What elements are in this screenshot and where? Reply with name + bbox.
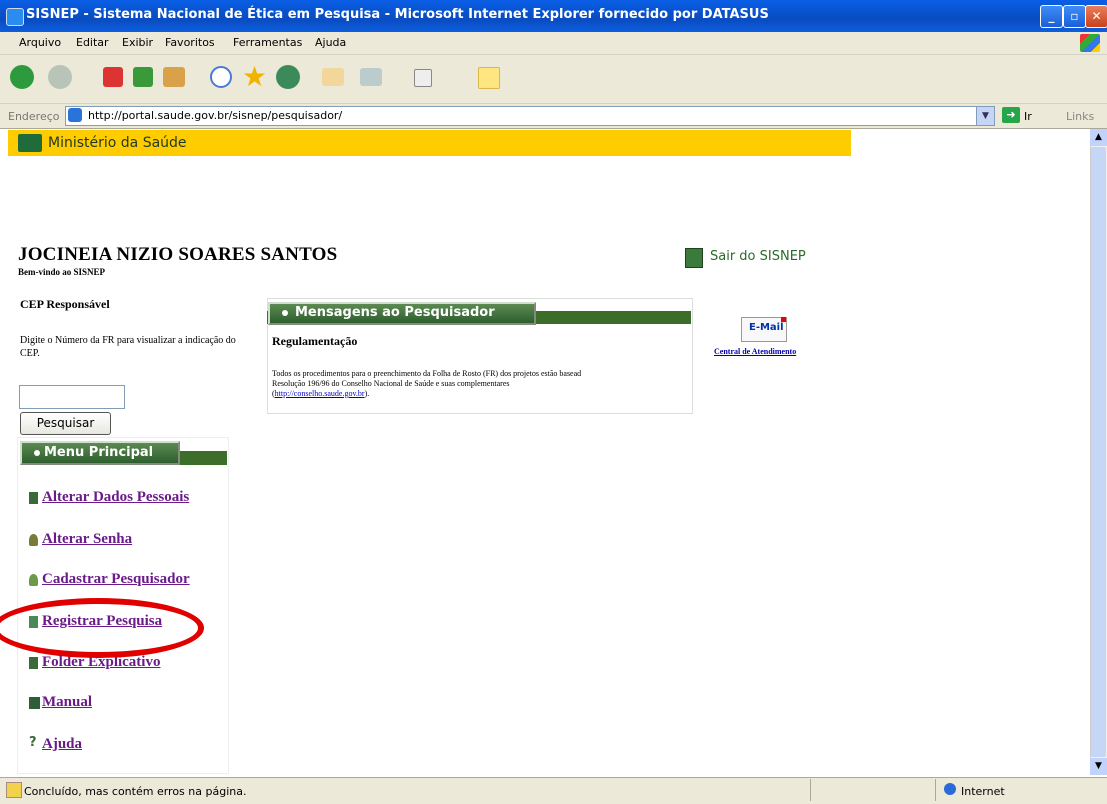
globe-icon — [944, 783, 956, 795]
search-button[interactable]: Pesquisar — [20, 412, 111, 435]
scroll-down-icon[interactable]: ▼ — [1090, 758, 1107, 775]
logout-link[interactable]: Sair do SISNEP — [710, 249, 806, 264]
bullet-icon — [282, 310, 288, 316]
go-button[interactable]: Ir — [1024, 110, 1032, 123]
close-button[interactable]: ✕ — [1085, 5, 1107, 28]
menu-favoritos[interactable]: Favoritos — [165, 36, 215, 49]
address-dropdown-icon[interactable]: ▼ — [976, 106, 995, 126]
menu-ajuda[interactable]: Ajuda — [315, 36, 346, 49]
search-icon[interactable] — [210, 66, 232, 88]
menu-item-alterar-dados[interactable]: Alterar Dados Pessoais — [42, 489, 189, 506]
ministry-logo-icon — [18, 134, 42, 152]
stop-icon[interactable] — [103, 67, 123, 87]
messages-heading: Regulamentação — [272, 334, 358, 348]
cep-description: Digite o Número da FR para visualizar a … — [20, 335, 236, 359]
menu-item-alterar-senha[interactable]: Alterar Senha — [42, 531, 132, 548]
home-icon[interactable] — [163, 67, 185, 87]
status-text: Concluído, mas contém erros na página. — [24, 785, 247, 798]
links-button[interactable]: Links — [1066, 110, 1094, 123]
central-atendimento-link[interactable]: Central de Atendimento — [714, 347, 796, 356]
ministry-name: Ministério da Saúde — [48, 135, 187, 151]
address-url[interactable]: http://portal.saude.gov.br/sisnep/pesqui… — [88, 109, 342, 122]
security-zone: Internet — [961, 785, 1005, 798]
user-add-icon — [29, 574, 38, 586]
menu-item-manual[interactable]: Manual — [42, 694, 92, 711]
main-menu-title: Menu Principal — [44, 445, 154, 460]
address-label: Endereço — [8, 110, 60, 123]
messages-body: Todos os procedimentos para o preenchime… — [272, 369, 690, 399]
page-icon — [68, 108, 82, 122]
scrollbar-thumb[interactable] — [1091, 147, 1106, 757]
back-icon[interactable] — [10, 65, 34, 89]
email-badge — [781, 317, 786, 322]
refresh-icon[interactable] — [133, 67, 153, 87]
fr-number-input[interactable] — [19, 385, 125, 409]
menu-editar[interactable]: Editar — [76, 36, 109, 49]
history-icon[interactable] — [276, 65, 300, 89]
forward-icon[interactable] — [48, 65, 72, 89]
status-divider — [935, 779, 936, 801]
welcome-text: Bem-vindo ao SISNEP — [18, 267, 106, 277]
help-icon: ? — [29, 735, 37, 750]
maximize-button[interactable]: ▫ — [1063, 5, 1086, 28]
document-icon — [29, 492, 38, 504]
menu-item-ajuda[interactable]: Ajuda — [42, 736, 82, 753]
ie-window-icon — [6, 8, 24, 26]
scroll-up-icon[interactable]: ▲ — [1090, 129, 1107, 146]
word-icon[interactable] — [414, 69, 432, 87]
messages-line-1: Todos os procedimentos para o preenchime… — [272, 369, 582, 378]
link-paren-close: ). — [364, 389, 370, 398]
menu-ferramentas[interactable]: Ferramentas — [233, 36, 302, 49]
book-icon — [29, 697, 40, 709]
minimize-button[interactable]: _ — [1040, 5, 1063, 28]
mail-icon[interactable] — [322, 68, 344, 86]
menu-arquivo[interactable]: Arquivo — [19, 36, 61, 49]
window-title: SISNEP - Sistema Nacional de Ética em Pe… — [26, 7, 769, 22]
status-divider — [810, 779, 811, 801]
conselho-link[interactable]: http://conselho.saude.gov.br — [275, 389, 365, 398]
messages-line-3: (http://conselho.saude.gov.br). — [272, 389, 690, 399]
messages-title: Mensagens ao Pesquisador — [295, 305, 495, 320]
exit-door-icon[interactable] — [685, 248, 703, 268]
notes-icon[interactable] — [478, 67, 500, 89]
go-arrow-icon[interactable]: ➜ — [1002, 107, 1020, 123]
document-icon — [29, 657, 38, 669]
key-icon — [29, 534, 38, 546]
highlight-annotation — [0, 598, 204, 658]
favorites-star-icon[interactable]: ★ — [242, 60, 267, 93]
print-icon[interactable] — [360, 68, 382, 86]
warning-icon[interactable] — [6, 782, 22, 798]
windows-logo-icon — [1080, 34, 1100, 52]
cep-title: CEP Responsável — [20, 297, 110, 311]
menu-exibir[interactable]: Exibir — [122, 36, 153, 49]
bullet-icon — [34, 450, 40, 456]
menu-item-cadastrar-pesquisador[interactable]: Cadastrar Pesquisador — [42, 571, 190, 588]
user-name: JOCINEIA NIZIO SOARES SANTOS — [18, 244, 338, 265]
email-label[interactable]: E-Mail — [749, 322, 784, 333]
messages-line-2: Resolução 196/96 do Conselho Nacional de… — [272, 379, 510, 388]
